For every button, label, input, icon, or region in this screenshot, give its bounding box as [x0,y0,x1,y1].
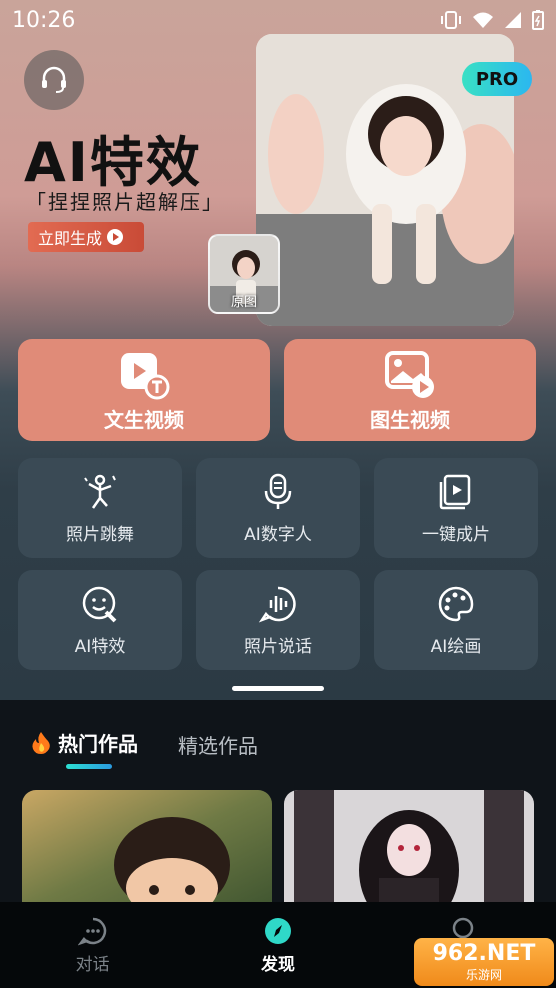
feed-card-girl-image [284,790,534,910]
microphone-icon [264,473,292,509]
tool-photo-dance-label: 照片跳舞 [66,524,134,545]
wifi-icon [473,12,493,28]
customer-service-button[interactable] [24,50,84,110]
watermark-sub: 乐游网 [465,968,502,982]
magic-face-icon [82,586,117,622]
nav-discover-label: 发现 [260,954,295,975]
pro-badge: PRO [462,62,532,96]
drag-handle[interactable] [232,686,324,691]
dance-icon [84,474,116,509]
tool-photo-dance[interactable]: 照片跳舞 [18,458,182,558]
text-to-video-label: 文生视频 [104,408,184,432]
tool-ai-effects-label: AI特效 [74,636,126,657]
signal-icon [505,12,521,28]
tool-one-click-film[interactable]: 一键成片 [374,458,538,558]
fire-icon [32,731,50,754]
headset-icon [42,66,66,93]
feed-card[interactable] [22,790,272,910]
tab-hot-works-label: 热门作品 [58,732,138,756]
discover-icon [264,917,291,944]
vibrate-icon [441,11,461,29]
film-icon [439,474,471,509]
palette-icon [438,586,474,621]
play-circle-icon [107,229,124,245]
tool-one-click-film-label: 一键成片 [422,524,490,545]
tool-photo-talk-label: 照片说话 [244,636,312,657]
nav-discover[interactable]: 发现 [185,902,370,988]
status-time: 10:26 [12,7,76,33]
battery-icon [532,10,544,30]
image-video-icon [385,351,434,398]
feed-card-boy-image [22,790,272,910]
voice-icon [258,586,296,623]
tab-featured-works[interactable]: 精选作品 [178,730,258,759]
active-tab-indicator [66,764,112,769]
image-to-video-label: 图生视频 [370,408,450,432]
text-to-video-button[interactable]: 文生视频 [18,339,270,441]
tool-ai-digital-human[interactable]: AI数字人 [196,458,360,558]
image-to-video-button[interactable]: 图生视频 [284,339,536,441]
tool-ai-effects[interactable]: AI特效 [18,570,182,670]
tool-ai-digital-human-label: AI数字人 [244,524,312,545]
nav-chat-label: 对话 [75,954,110,975]
tool-photo-talk[interactable]: 照片说话 [196,570,360,670]
original-label: 原图 [230,295,257,310]
feed-card[interactable] [284,790,534,910]
banner-subtitle: 「捏捏照片超解压」 [26,190,224,214]
generate-now-label: 立即生成 [38,229,103,248]
status-icons [440,10,544,30]
original-photo-thumbnail[interactable]: 原图 [208,234,280,314]
nav-chat[interactable]: 对话 [0,902,185,988]
watermark-logo: 962.NET 乐游网 [414,938,554,986]
video-text-icon [121,353,170,400]
watermark-main: 962.NET [432,941,536,966]
tool-ai-painting-label: AI绘画 [430,636,482,657]
chat-icon [77,917,106,945]
tool-ai-painting[interactable]: AI绘画 [374,570,538,670]
tab-hot-works[interactable]: 热门作品 [30,728,138,757]
generate-now-button[interactable]: 立即生成 [28,222,144,252]
